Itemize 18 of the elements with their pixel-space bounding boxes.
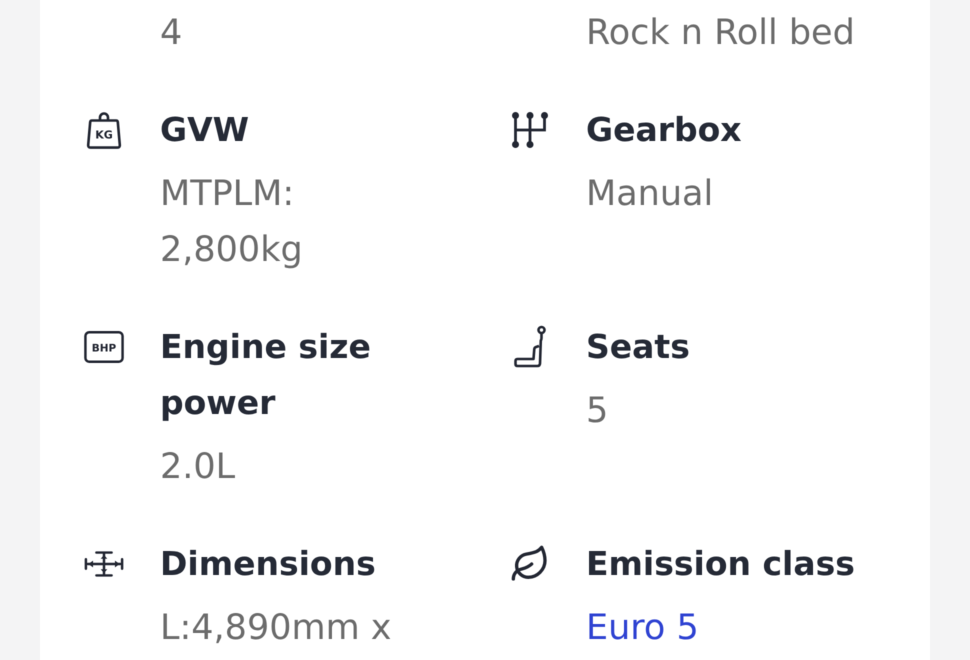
spec-value: Manual xyxy=(586,173,714,216)
spec-value: 5 xyxy=(586,390,610,433)
spec-value: MTPLM: 2,800kg xyxy=(160,173,304,272)
spec-label: GVW xyxy=(160,109,250,151)
measure-arrows-icon xyxy=(84,550,124,578)
bhp-icon: BHP xyxy=(84,330,124,364)
spec-label: Engine size power xyxy=(160,326,372,424)
spec-label: Seats xyxy=(586,326,691,368)
spec-value: Rock n Roll bed xyxy=(586,12,856,55)
spec-value: 2.0L xyxy=(160,446,236,489)
spec-value: 4 xyxy=(160,12,184,55)
gear-shift-icon xyxy=(511,111,549,149)
spec-label: Dimensions xyxy=(160,543,377,585)
spec-label: Gearbox xyxy=(586,109,743,151)
spec-label: Emission class xyxy=(586,543,856,585)
spec-value: L:4,890mm x xyxy=(160,607,393,650)
seat-icon xyxy=(512,325,548,369)
spec-link[interactable]: Euro 5 xyxy=(586,600,699,656)
